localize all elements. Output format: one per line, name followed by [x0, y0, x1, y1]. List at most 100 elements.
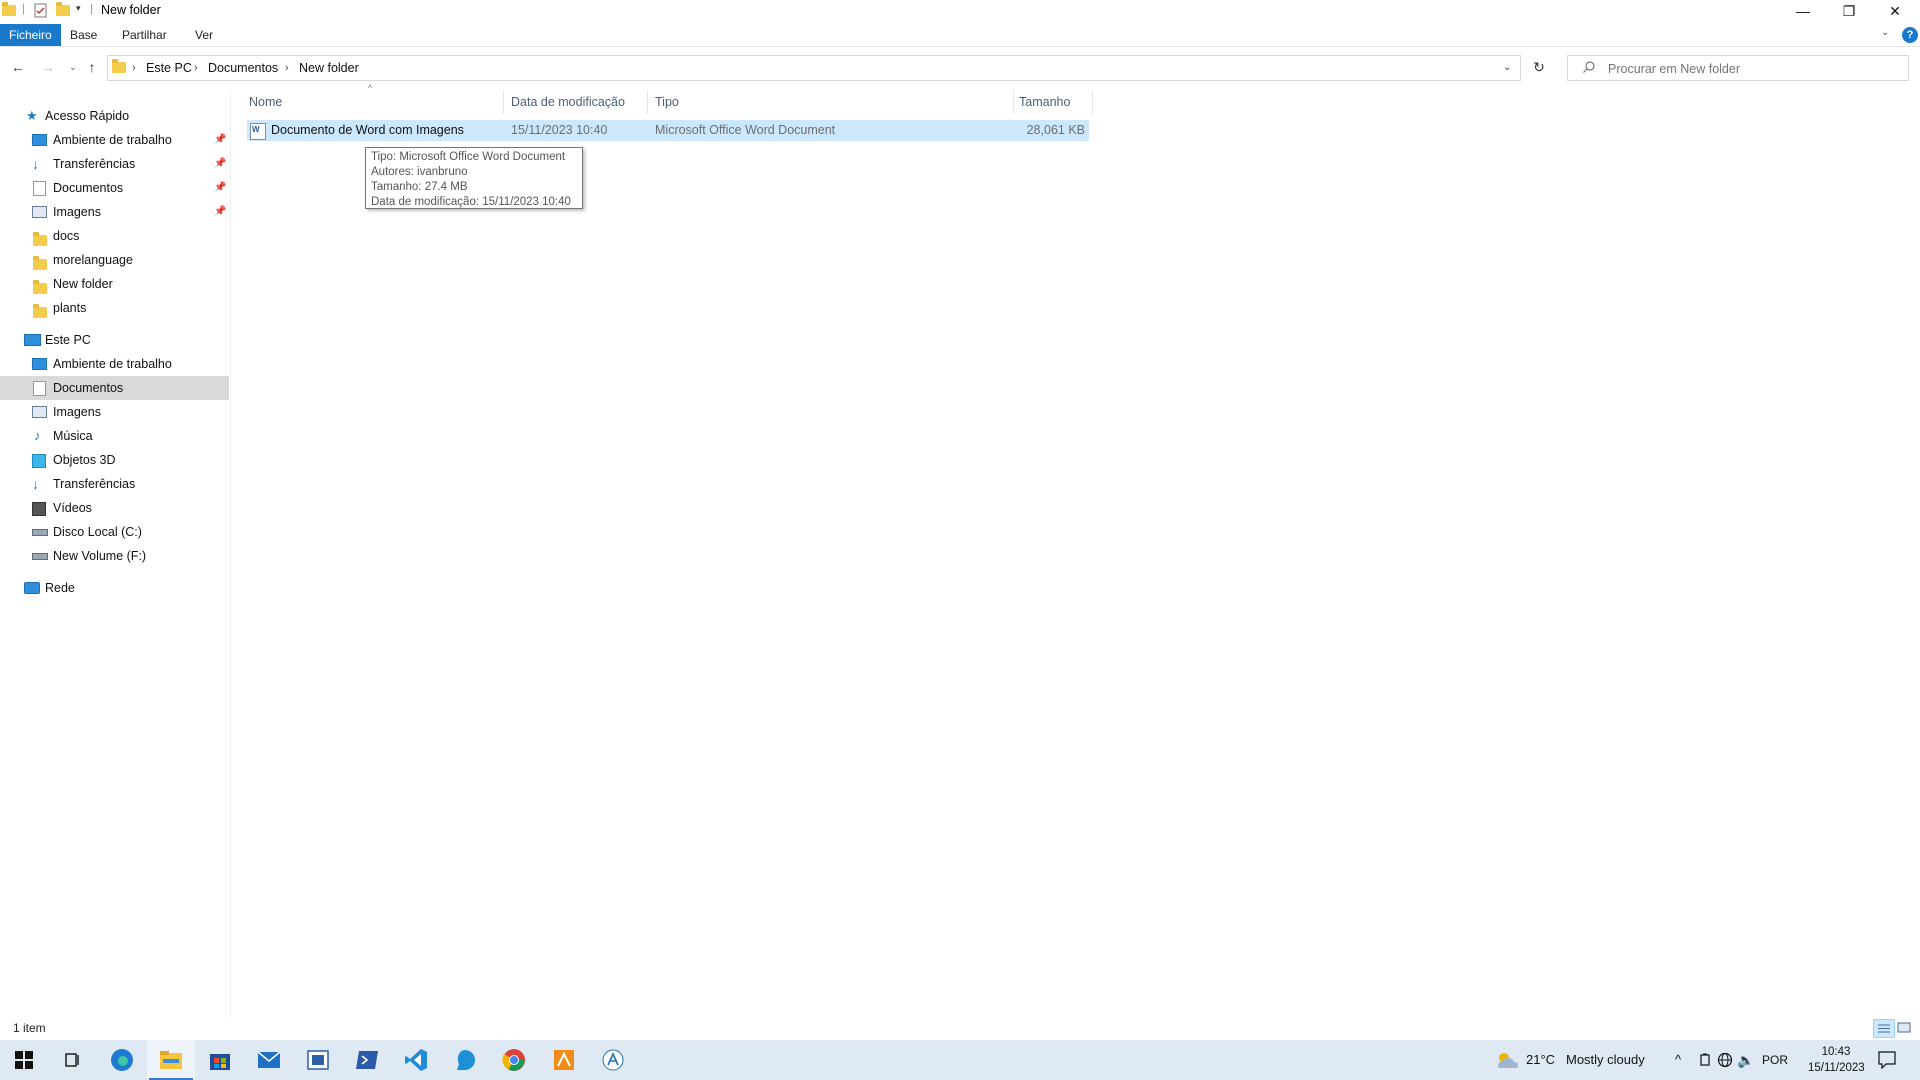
breadcrumb-este-pc[interactable]: Este PC	[146, 56, 192, 80]
weather-temperature[interactable]: 21°C	[1526, 1040, 1555, 1080]
sidebar-item-documentos[interactable]: Documentos 📌	[0, 176, 229, 200]
new-folder-icon[interactable]	[56, 2, 70, 21]
expand-ribbon-icon[interactable]: ⌄	[1881, 27, 1889, 38]
address-dropdown-icon[interactable]: ⌄	[1503, 62, 1511, 73]
sidebar-item-transferencias[interactable]: ↓ Transferências 📌	[0, 152, 229, 176]
chrome-icon[interactable]	[490, 1040, 538, 1080]
sidebar-item-imagens[interactable]: Imagens 📌	[0, 200, 229, 224]
weather-cloud-icon[interactable]	[1495, 1050, 1521, 1073]
start-icon[interactable]	[0, 1040, 48, 1080]
sidebar-item-label: Vídeos	[53, 501, 92, 515]
help-icon[interactable]: ?	[1902, 27, 1918, 43]
column-header-type[interactable]: Tipo	[655, 90, 679, 114]
task-view-icon[interactable]	[48, 1040, 96, 1080]
sidebar-item-disco-local[interactable]: Disco Local (C:)	[0, 520, 229, 544]
address-bar[interactable]: › Este PC › Documentos › New folder ⌄	[107, 55, 1521, 81]
tab-base[interactable]: Base	[61, 24, 106, 46]
sidebar-item-new-volume[interactable]: New Volume (F:)	[0, 544, 229, 568]
close-button[interactable]: ✕	[1872, 0, 1918, 22]
column-header-modified[interactable]: Data de modificação	[511, 90, 625, 114]
battery-icon[interactable]	[1698, 1053, 1712, 1070]
breadcrumb-new-folder[interactable]: New folder	[299, 56, 359, 80]
minimize-button[interactable]: —	[1780, 0, 1826, 22]
sidebar-item-quick-access[interactable]: ★ Acesso Rápido	[0, 104, 229, 128]
folder-icon	[33, 302, 47, 318]
app-blue-icon[interactable]	[441, 1040, 489, 1080]
sidebar-divider	[230, 90, 231, 1018]
tooltip-type: Tipo: Microsoft Office Word Document	[371, 151, 566, 163]
search-icon	[1582, 60, 1596, 77]
pin-icon[interactable]: 📌	[214, 152, 226, 176]
maximize-button[interactable]: ❐	[1826, 0, 1872, 22]
sidebar-item-imagens-pc[interactable]: Imagens	[0, 400, 229, 424]
language-indicator[interactable]: POR	[1762, 1040, 1788, 1080]
mail-icon[interactable]	[245, 1040, 293, 1080]
column-header-name[interactable]: Nome	[249, 90, 282, 114]
details-view-icon[interactable]	[1873, 1019, 1895, 1038]
sidebar-item-plants[interactable]: plants	[0, 296, 229, 320]
refresh-button[interactable]: ↻	[1529, 57, 1549, 77]
store-icon[interactable]	[196, 1040, 244, 1080]
notifications-icon[interactable]	[1878, 1051, 1896, 1072]
column-headers: ^ Nome Data de modificação Tipo Tamanho	[244, 83, 1094, 114]
app-a-icon[interactable]	[589, 1040, 637, 1080]
table-row[interactable]: Documento de Word com Imagens 15/11/2023…	[247, 120, 1089, 141]
sidebar-item-transferencias-pc[interactable]: ↓ Transferências	[0, 472, 229, 496]
forward-button[interactable]: →	[38, 57, 58, 77]
app-icon[interactable]	[294, 1040, 342, 1080]
volume-icon[interactable]: 🔈	[1737, 1040, 1754, 1080]
column-separator[interactable]	[1013, 90, 1014, 114]
recent-locations-button[interactable]: ⌄	[63, 57, 83, 77]
sidebar-item-label: Transferências	[53, 157, 136, 171]
back-button[interactable]: ←	[8, 57, 28, 77]
folder-icon	[33, 278, 47, 294]
up-button[interactable]: ↑	[82, 57, 102, 77]
column-header-size[interactable]: Tamanho	[1019, 90, 1070, 114]
globe-icon[interactable]	[1717, 1052, 1733, 1071]
tab-ficheiro[interactable]: Ficheiro	[0, 24, 61, 46]
pin-icon[interactable]: 📌	[214, 176, 226, 200]
column-separator[interactable]	[503, 90, 504, 114]
sidebar-item-ambiente-de-trabalho[interactable]: Ambiente de trabalho 📌	[0, 128, 229, 152]
title-bar: | ▾ | New folder — ❐ ✕	[0, 0, 1920, 22]
pin-icon[interactable]: 📌	[214, 128, 226, 152]
pictures-icon	[32, 406, 47, 418]
search-box[interactable]	[1567, 55, 1909, 81]
vscode-icon[interactable]	[392, 1040, 440, 1080]
sidebar-item-musica[interactable]: ♪ Música	[0, 424, 229, 448]
column-separator[interactable]	[1092, 90, 1093, 114]
word-document-icon	[250, 123, 266, 140]
app-orange-icon[interactable]	[540, 1040, 588, 1080]
tab-partilhar[interactable]: Partilhar	[113, 24, 176, 46]
sidebar-item-label: Documentos	[53, 381, 124, 395]
sidebar-item-documentos-pc[interactable]: Documentos	[0, 376, 229, 400]
sidebar-item-new-folder[interactable]: New folder	[0, 272, 229, 296]
sidebar-item-rede[interactable]: Rede	[0, 576, 229, 600]
powershell-icon[interactable]	[343, 1040, 391, 1080]
properties-icon[interactable]	[34, 3, 48, 19]
large-icons-view-icon[interactable]	[1896, 1020, 1912, 1035]
sidebar-item-este-pc[interactable]: Este PC	[0, 328, 229, 352]
sidebar-item-label: docs	[53, 229, 80, 243]
file-explorer-icon[interactable]	[147, 1040, 195, 1080]
sidebar-item-label: Documentos	[53, 181, 124, 195]
search-input[interactable]	[1606, 59, 1900, 78]
customize-qat-icon[interactable]: ▾	[76, 3, 81, 19]
column-separator[interactable]	[647, 90, 648, 114]
chevron-up-icon[interactable]: ^	[1675, 1040, 1681, 1080]
tab-ver[interactable]: Ver	[186, 24, 222, 46]
sidebar-item-morelanguage[interactable]: morelanguage	[0, 248, 229, 272]
file-name[interactable]: Documento de Word com Imagens	[271, 120, 464, 141]
weather-description[interactable]: Mostly cloudy	[1566, 1040, 1645, 1080]
sidebar-item-ambiente-de-trabalho[interactable]: Ambiente de trabalho	[0, 352, 229, 376]
3d-objects-icon	[32, 454, 46, 468]
sidebar-item-objetos-3d[interactable]: Objetos 3D	[0, 448, 229, 472]
clock[interactable]: 10:43 15/11/2023	[1808, 1044, 1865, 1076]
breadcrumb-documentos[interactable]: Documentos	[208, 56, 278, 80]
edge-icon[interactable]	[98, 1040, 146, 1080]
pin-icon[interactable]: 📌	[214, 200, 226, 224]
ribbon-tabs: Ficheiro Base Partilhar Ver ⌄ ?	[0, 24, 1920, 47]
breadcrumb-separator: ›	[132, 62, 136, 74]
sidebar-item-videos[interactable]: Vídeos	[0, 496, 229, 520]
sidebar-item-docs[interactable]: docs	[0, 224, 229, 248]
